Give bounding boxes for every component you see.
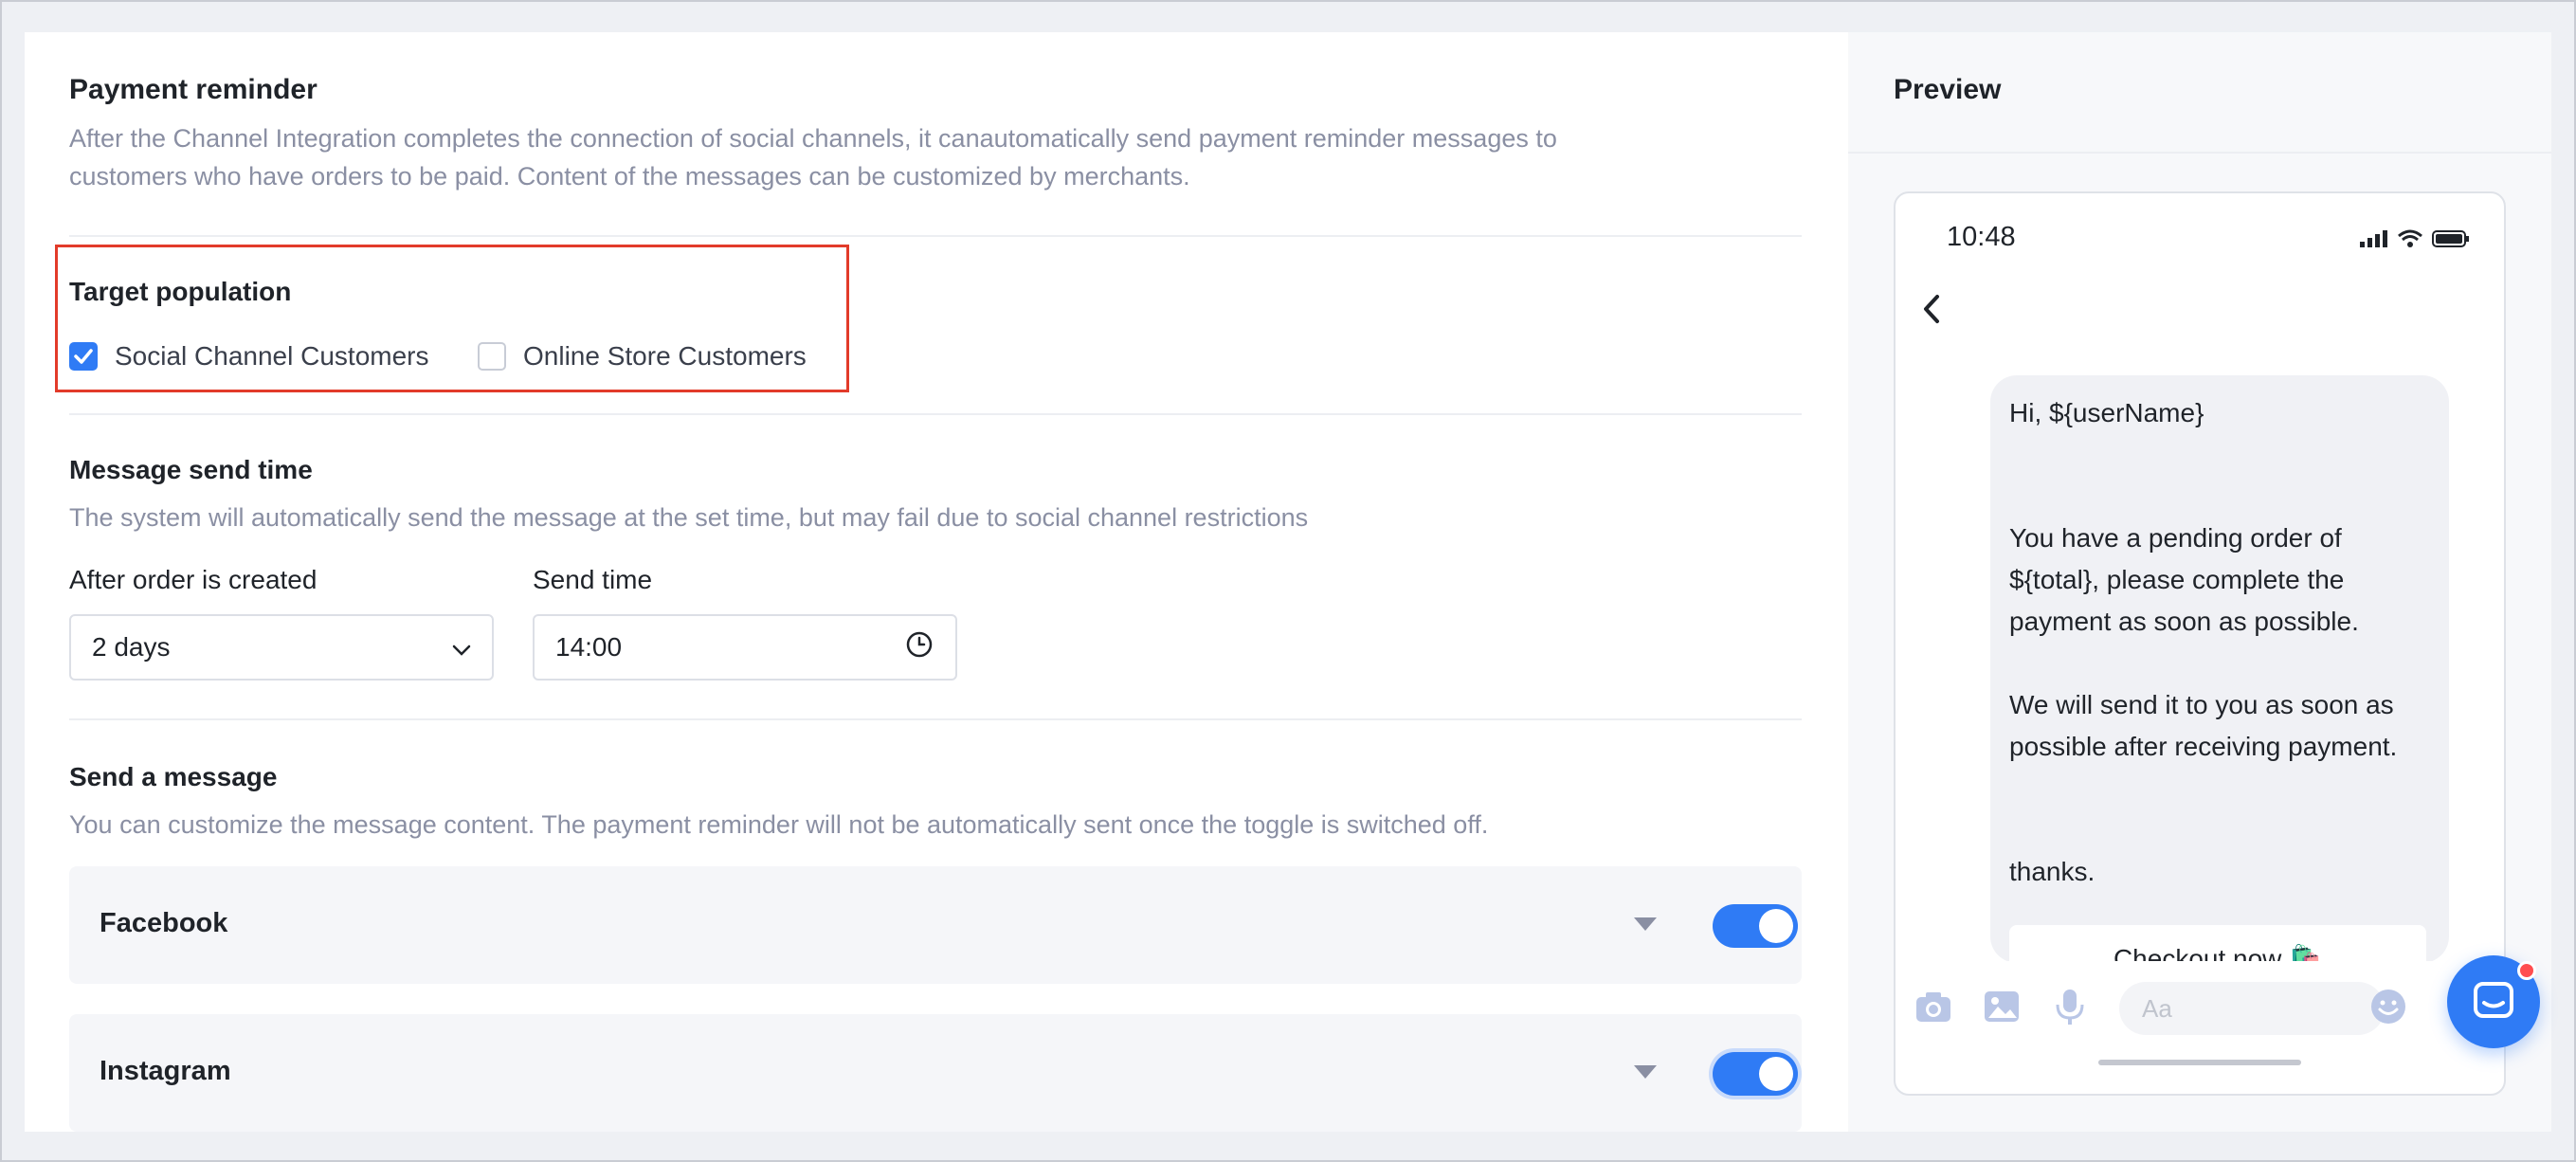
home-indicator [2098,1060,2301,1065]
channel-name: Instagram [100,1056,231,1086]
after-order-select[interactable]: 2 days [69,614,494,681]
checkbox-social-channel[interactable]: Social Channel Customers [69,341,429,372]
send-time-picker[interactable]: 14:00 [533,614,957,681]
checkbox-label: Social Channel Customers [115,341,429,371]
after-order-value: 2 days [92,632,171,662]
message-greeting: Hi, ${userName} [2009,398,2204,427]
phone-mockup: 10:48 Hi, ${userName} You have a pending… [1894,191,2506,1096]
payment-reminder-title: Payment reminder [69,74,317,105]
checkbox-online-store[interactable]: Online Store Customers [478,341,807,372]
send-time-desc: The system will automatically send the m… [69,503,1309,532]
notification-dot [2517,961,2536,980]
checkout-button[interactable]: Checkout now 🛍️ [2009,925,2426,963]
divider [69,413,1802,415]
back-arrow-icon[interactable] [1922,294,1941,329]
channel-name: Facebook [100,908,228,938]
wifi-icon [2398,229,2422,247]
checkbox-unchecked-icon[interactable] [478,342,506,371]
message-line: ${total}, please complete the [2009,565,2345,594]
target-population-title: Target population [69,277,292,306]
send-message-desc: You can customize the message content. T… [69,810,1489,839]
channel-card-instagram[interactable]: Instagram [69,1014,1802,1132]
preview-title: Preview [1894,74,2002,105]
send-message-title: Send a message [69,762,278,791]
message-line: We will send it to you as soon as [2009,690,2394,719]
message-send-time-title: Message send time [69,455,313,484]
send-time-label: Send time [533,565,653,594]
caret-down-icon[interactable] [1634,917,1657,931]
checkbox-label: Online Store Customers [523,341,807,371]
signal-icon [2360,230,2387,247]
chat-input-bar: Aa [1896,961,2504,1056]
divider [69,718,1802,720]
settings-panel: Payment reminder After the Channel Integ… [25,32,1848,1132]
payment-desc-line1: After the Channel Integration completes … [69,124,1557,153]
channel-card-facebook[interactable]: Facebook [69,866,1802,984]
message-input[interactable]: Aa [2119,982,2385,1035]
checkbox-checked-icon[interactable] [69,342,98,371]
toggle-knob [1759,1057,1793,1091]
message-line: possible after receiving payment. [2009,732,2398,761]
message-thanks: thanks. [2009,857,2095,886]
after-order-label: After order is created [69,565,317,594]
chevron-down-icon [452,632,471,663]
payment-desc-line2: customers who have orders to be paid. Co… [69,162,1190,191]
toggle-facebook[interactable] [1713,904,1798,948]
divider [69,235,1802,237]
microphone-icon[interactable] [2049,986,2091,1027]
message-bubble: Hi, ${userName} You have a pending order… [1990,375,2449,963]
toggle-knob [1759,909,1793,943]
chat-support-button[interactable] [2447,955,2540,1048]
payment-reminder-desc: After the Channel Integration completes … [69,119,1832,195]
battery-icon [2432,230,2469,247]
toggle-instagram[interactable] [1713,1052,1798,1096]
image-icon[interactable] [1981,986,2023,1027]
message-line: payment as soon as possible. [2009,607,2359,636]
caret-down-icon[interactable] [1634,1065,1657,1079]
clock-icon [904,629,934,666]
preview-header: Preview [1848,32,2551,154]
status-time: 10:48 [1947,222,2016,252]
message-line: You have a pending order of [2009,523,2342,553]
status-icons [2360,229,2470,248]
chat-icon [2474,982,2513,1018]
send-time-value: 14:00 [555,632,623,662]
emoji-icon[interactable] [2367,986,2409,1027]
preview-panel: Preview 10:48 Hi, ${userName} You have a… [1848,32,2551,1132]
camera-icon[interactable] [1913,986,1954,1027]
